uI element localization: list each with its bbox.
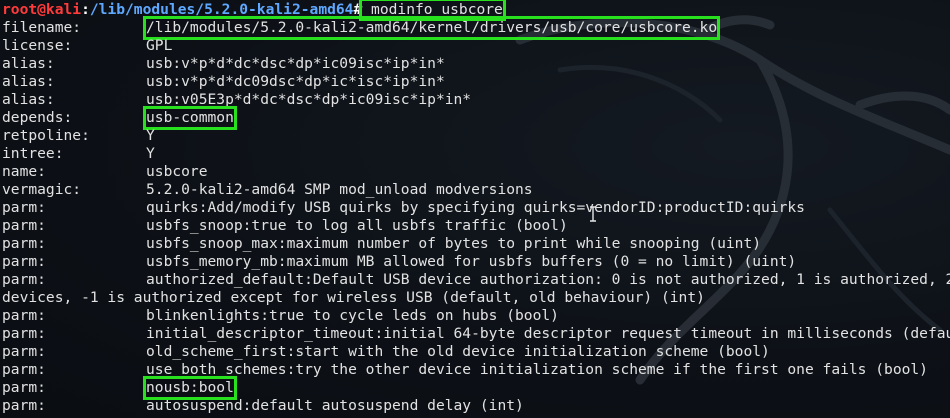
field-key: intree: — [2, 145, 64, 162]
field-value: usbfs_memory_mb:maximum MB allowed for u… — [146, 253, 797, 270]
output-line: intree: Y — [2, 145, 950, 163]
field-key: parm: — [2, 397, 46, 414]
command-input[interactable]: modinfo usbcore — [359, 0, 506, 21]
output-line: parm: old_scheme_first:start with the old… — [2, 343, 950, 361]
field-key: parm: — [2, 199, 46, 216]
field-key: alias: — [2, 73, 55, 90]
field-key: parm: — [2, 253, 46, 270]
field-value: 5.2.0-kali2-amd64 SMP mod_unload modvers… — [146, 181, 533, 198]
output-line: parm: nousb:bool — [2, 376, 950, 400]
field-value: authorized_default:Default USB device au… — [146, 271, 950, 288]
prompt-symbol: # — [353, 1, 363, 18]
field-value: use_both_schemes:try the other device in… — [146, 361, 928, 378]
field-key: vermagic: — [2, 181, 82, 198]
field-key: license: — [2, 37, 73, 54]
field-key: name: — [2, 163, 46, 180]
output-line: parm: usbfs_snoop:true to log all usbfs t… — [2, 217, 950, 235]
output-line: name: usbcore — [2, 163, 950, 181]
field-value: quirks:Add/modify USB quirks by specifyi… — [146, 199, 805, 216]
output-line: parm: use_both_schemes:try the other devi… — [2, 361, 950, 379]
modinfo-output: filename: /lib/modules/5.2.0-kali2-amd64/… — [2, 16, 950, 415]
output-line: parm: usbfs_snoop_max:maximum number of b… — [2, 235, 950, 253]
field-value: old_scheme_first:start with the old devi… — [146, 343, 770, 360]
prompt-line: root@kali:/lib/modules/5.2.0-kali2-amd64… — [2, 0, 950, 21]
field-key: parm: — [2, 271, 46, 288]
field-key: retpoline: — [2, 127, 90, 144]
output-line: parm: quirks:Add/modify USB quirks by spe… — [2, 199, 950, 217]
prompt-user-host: root@kali — [2, 1, 82, 18]
field-value: initial_descriptor_timeout:initial 64-by… — [146, 325, 950, 342]
output-line: alias: usb:v*p*d*dc*dsc*dp*ic09isc*ip*in* — [2, 55, 950, 73]
field-key: parm: — [2, 361, 46, 378]
field-key: parm: — [2, 379, 46, 396]
field-value: autosuspend:default autosuspend delay (i… — [146, 397, 524, 414]
output-line: devices, -1 is authorized except for wir… — [2, 289, 950, 307]
output-line: parm: autosuspend:default autosuspend del… — [2, 397, 950, 415]
field-value: usb:v*p*d*dc09dsc*dp*ic*isc*ip*in* — [146, 73, 445, 90]
highlighted-field-value: usb-common — [143, 106, 237, 130]
field-value: usb:v*p*d*dc*dsc*dp*ic09isc*ip*in* — [146, 55, 445, 72]
prompt-path: /lib/modules/5.2.0-kali2-amd64 — [89, 1, 354, 18]
output-line: parm: usbfs_memory_mb:maximum MB allowed … — [2, 253, 950, 271]
output-line: vermagic: 5.2.0-kali2-amd64 SMP mod_unloa… — [2, 181, 950, 199]
highlighted-field-value: nousb:bool — [143, 376, 237, 400]
terminal-window[interactable]: root@kali:/lib/modules/5.2.0-kali2-amd64… — [0, 0, 950, 418]
field-key: alias: — [2, 55, 55, 72]
output-line: depends: usb-common — [2, 106, 950, 130]
field-key: parm: — [2, 325, 46, 342]
field-key: depends: — [2, 109, 73, 126]
field-value: Y — [146, 127, 155, 144]
output-line: retpoline: Y — [2, 127, 950, 145]
output-line: alias: usb:v05E3p*d*dc*dsc*dp*ic09isc*ip*… — [2, 91, 950, 109]
field-value: Y — [146, 145, 155, 162]
field-value: GPL — [146, 37, 173, 54]
output-line: parm: initial_descriptor_timeout:initial … — [2, 325, 950, 343]
highlighted-field-value: /lib/modules/5.2.0-kali2-amd64/kernel/dr… — [142, 16, 721, 40]
field-value: usbfs_snoop:true to log all usbfs traffi… — [146, 217, 568, 234]
field-value: usb:v05E3p*d*dc*dsc*dp*ic09isc*ip*in* — [146, 91, 472, 108]
field-key: alias: — [2, 91, 55, 108]
prompt-separator: : — [81, 1, 90, 18]
field-value: usbfs_snoop_max:maximum number of bytes … — [146, 235, 762, 252]
field-key: parm: — [2, 235, 46, 252]
field-key: filename: — [2, 19, 82, 36]
output-line: parm: authorized_default:Default USB devi… — [2, 271, 950, 289]
field-key: parm: — [2, 307, 46, 324]
field-value: blinkenlights:true to cycle leds on hubs… — [146, 307, 559, 324]
output-line: alias: usb:v*p*d*dc09dsc*dp*ic*isc*ip*in* — [2, 73, 950, 91]
output-line: parm: blinkenlights:true to cycle leds on… — [2, 307, 950, 325]
wrapped-text: devices, -1 is authorized except for wir… — [2, 289, 705, 306]
field-key: parm: — [2, 217, 46, 234]
output-line: filename: /lib/modules/5.2.0-kali2-amd64/… — [2, 16, 950, 40]
field-key: parm: — [2, 343, 46, 360]
field-value: usbcore — [146, 163, 208, 180]
output-line: license: GPL — [2, 37, 950, 55]
